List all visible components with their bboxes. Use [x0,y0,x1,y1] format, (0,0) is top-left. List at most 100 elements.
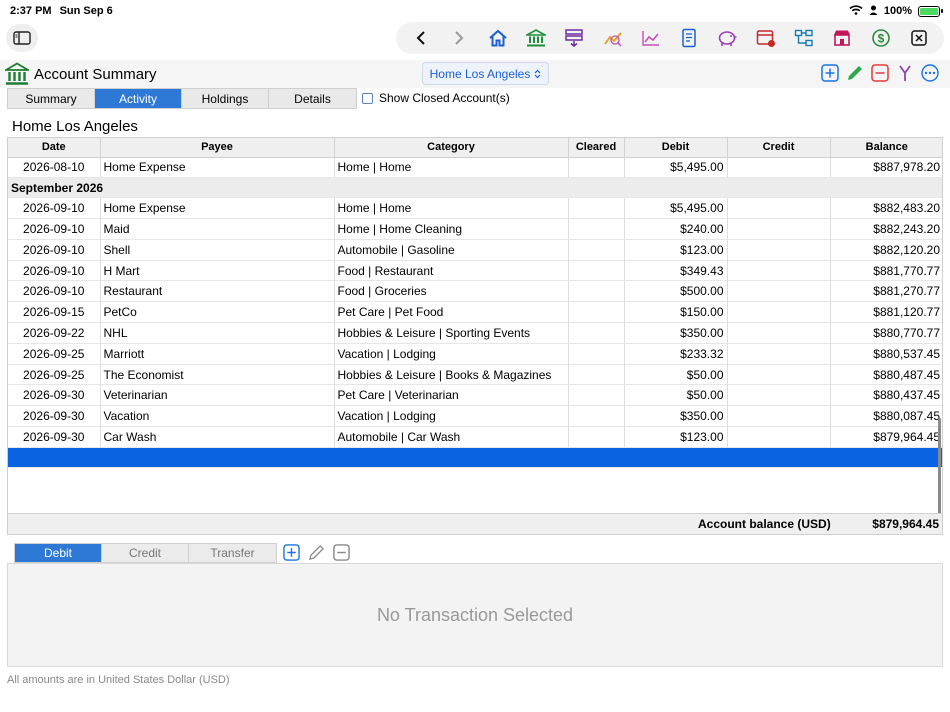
reports-button[interactable] [670,23,708,53]
tab-credit[interactable]: Credit [102,544,189,562]
bank-icon [525,29,546,47]
table-row[interactable]: 2026-09-30 Car Wash Automobile | Car Wash $… [8,426,942,448]
cell-date: 2026-09-10 [8,239,101,261]
cell-balance: $880,537.45 [830,343,942,365]
status-time: 2:37 PM [10,5,52,17]
pencil-icon [848,66,862,80]
split-transaction-button[interactable] [895,63,915,83]
table-row[interactable]: 2026-09-30 Vacation Vacation | Lodging $350… [8,405,942,428]
add-entry-button[interactable] [281,542,301,562]
savings-button[interactable] [708,23,746,53]
table-row[interactable]: 2026-09-10 Restaurant Food | Groceries $500… [8,280,942,303]
categories-button[interactable] [785,23,823,53]
table-row[interactable]: 2026-08-10 Home Expense Home | Home $5,495.… [8,157,942,179]
column-header-payee[interactable]: Payee [100,138,335,158]
cell-cleared [568,343,625,365]
cell-debit: $123.00 [624,239,728,261]
lock-orientation-icon [869,5,878,18]
cell-credit [727,343,831,365]
cell-balance: $881,270.77 [830,280,942,303]
cell-cleared [568,322,625,344]
cell-cleared [568,364,625,386]
scheduled-button[interactable] [747,23,785,53]
accounts-button[interactable] [517,23,555,53]
selected-row-cell[interactable] [8,447,942,468]
cell-debit: $233.32 [624,343,728,365]
budget-button[interactable] [555,23,593,53]
tab-details[interactable]: Details [269,89,356,108]
cell-cleared [568,280,625,303]
cell-cleared [568,218,625,240]
table-row[interactable]: 2026-09-25 The Economist Hobbies & Leisure… [8,364,942,386]
transaction-rows: 2026-08-10 Home Expense Home | Home $5,495.… [8,157,942,468]
trend-button[interactable] [593,23,631,53]
edit-entry-button[interactable] [306,542,326,562]
show-closed-checkbox[interactable] [362,92,373,104]
table-row[interactable]: 2026-09-10 Home Expense Home | Home $5,495.… [8,197,942,220]
tab-holdings[interactable]: Holdings [182,89,269,108]
register-scrollbar[interactable] [938,418,941,514]
cell-payee: PetCo [100,301,335,324]
register-title: Home Los Angeles [12,118,138,135]
back-button[interactable] [402,23,440,53]
show-closed-toggle[interactable]: Show Closed Account(s) [362,91,510,105]
main-toolbar: $ [396,22,944,54]
cell-date: 2026-09-10 [8,218,101,240]
selected-empty-row[interactable] [8,447,942,468]
table-row[interactable]: 2026-09-10 Shell Automobile | Gasoline $123… [8,239,942,261]
currency-button[interactable]: $ [861,23,899,53]
transaction-detail-panel: No Transaction Selected [7,563,943,667]
cell-debit: $240.00 [624,218,728,240]
account-selector[interactable]: Home Los Angeles [422,62,549,85]
cell-balance: $880,770.77 [830,322,942,344]
column-header-credit[interactable]: Credit [727,138,831,158]
cell-date: 2026-09-30 [8,384,101,407]
edit-transaction-button[interactable] [845,63,865,83]
table-row[interactable]: 2026-09-10 H Mart Food | Restaurant $349.43… [8,260,942,282]
no-selection-text: No Transaction Selected [376,604,574,625]
transaction-table: Date Payee Category Cleared Debit Credit… [8,138,942,468]
cell-credit [727,239,831,261]
sidebar-toggle-button[interactable] [6,24,38,52]
table-row[interactable]: 2026-09-30 Veterinarian Pet Care | Veterin… [8,384,942,407]
cell-payee: Shell [100,239,335,261]
home-icon [489,29,507,47]
cell-debit: $500.00 [624,280,728,303]
tab-summary[interactable]: Summary [8,89,95,108]
column-header-category[interactable]: Category [334,138,569,158]
transaction-register: Date Payee Category Cleared Debit Credit… [7,137,943,535]
cell-credit [727,384,831,407]
close-window-button[interactable] [900,23,938,53]
account-balance-value: $879,964.45 [872,517,939,531]
add-transaction-button[interactable] [820,63,840,83]
cell-cleared [568,260,625,282]
piggy-bank-icon [719,31,737,46]
cell-payee: The Economist [100,364,335,386]
more-options-button[interactable] [920,63,940,83]
tab-debit[interactable]: Debit [15,544,102,562]
svg-text:$: $ [877,32,884,46]
table-row[interactable]: 2026-09-15 PetCo Pet Care | Pet Food $150.0… [8,301,942,324]
table-row[interactable]: 2026-09-25 Marriott Vacation | Lodging $233… [8,343,942,365]
cell-date: 2026-09-30 [8,426,101,448]
column-header-balance[interactable]: Balance [830,138,942,158]
report-icon [682,28,696,48]
cell-payee: Marriott [100,343,335,365]
delete-transaction-button[interactable] [870,63,890,83]
home-button[interactable] [479,23,517,53]
cell-payee: Home Expense [100,157,335,179]
tab-activity[interactable]: Activity [95,89,182,108]
table-row[interactable]: 2026-09-22 NHL Hobbies & Leisure | Sportin… [8,322,942,344]
payees-button[interactable] [823,23,861,53]
charts-button[interactable] [632,23,670,53]
forward-button[interactable] [440,23,478,53]
delete-entry-button[interactable] [331,542,351,562]
table-row[interactable]: 2026-09-10 Maid Home | Home Cleaning $240.0… [8,218,942,240]
column-header-date[interactable]: Date [8,138,101,158]
account-summary-logo [2,62,32,86]
cell-balance: $880,487.45 [830,364,942,386]
column-header-cleared[interactable]: Cleared [568,138,625,158]
cell-cleared [568,384,625,407]
tab-transfer[interactable]: Transfer [189,544,276,562]
column-header-debit[interactable]: Debit [624,138,728,158]
